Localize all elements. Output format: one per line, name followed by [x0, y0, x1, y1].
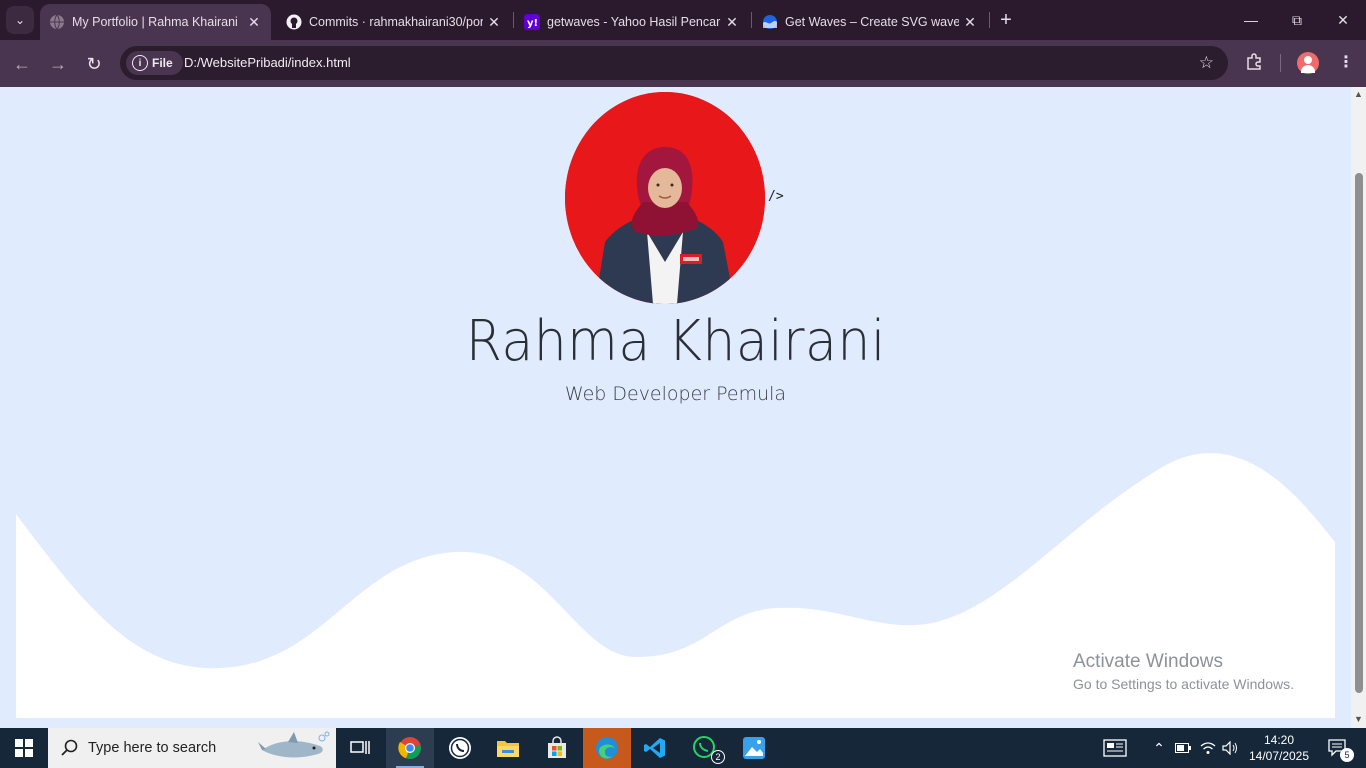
- close-icon[interactable]: ✕: [961, 13, 979, 31]
- tab-title: Get Waves – Create SVG waves: [785, 15, 959, 29]
- arrow-left-icon: ←: [13, 53, 31, 74]
- taskbar-vscode[interactable]: [631, 728, 679, 768]
- page-viewport: /> Rahma Khairani Web Developer Pemula A…: [0, 87, 1351, 728]
- edge-icon: [596, 737, 618, 759]
- taskbar-photos[interactable]: [730, 728, 778, 768]
- notification-badge: 2: [711, 750, 725, 764]
- watermark-title: Activate Windows: [1073, 651, 1223, 672]
- site-info-chip[interactable]: i File: [126, 51, 183, 75]
- new-tab-button[interactable]: +: [994, 8, 1018, 32]
- forward-button[interactable]: →: [44, 50, 72, 78]
- volume-icon[interactable]: [1220, 728, 1240, 768]
- svg-text:y!: y!: [527, 18, 538, 29]
- battery-icon[interactable]: [1174, 728, 1192, 768]
- profile-avatar[interactable]: [1297, 52, 1319, 74]
- profile-photo-illustration: [565, 92, 765, 304]
- address-bar[interactable]: i File D:/WebsitePribadi/index.html ☆: [120, 46, 1228, 80]
- tab-title: My Portfolio | Rahma Khairani: [72, 15, 238, 29]
- taskbar-search[interactable]: Type here to search: [48, 728, 336, 768]
- scroll-thumb[interactable]: [1355, 173, 1363, 693]
- close-window-button[interactable]: ✕: [1320, 0, 1366, 40]
- clock-time: 14:20: [1263, 733, 1295, 747]
- tab-get-waves[interactable]: Get Waves – Create SVG waves ✕: [753, 4, 987, 40]
- tab-commits[interactable]: Commits · rahmakhairani30/portfolio ✕: [277, 4, 511, 40]
- profile-photo: [565, 92, 765, 304]
- code-tag-text: />: [768, 189, 784, 204]
- wifi-icon[interactable]: [1198, 728, 1218, 768]
- restore-icon: ⧉: [1292, 11, 1302, 28]
- clock-date: 14/07/2025: [1248, 749, 1310, 763]
- reload-icon: ↻: [86, 53, 102, 74]
- page-subtitle: Web Developer Pemula: [564, 383, 787, 405]
- restore-button[interactable]: ⧉: [1274, 0, 1320, 40]
- task-view-button[interactable]: [336, 728, 384, 768]
- chevron-up-icon[interactable]: ⌃: [1150, 728, 1168, 768]
- tab-yahoo[interactable]: y! getwaves - Yahoo Hasil Pencarian ✕: [515, 4, 749, 40]
- back-button[interactable]: ←: [8, 50, 36, 78]
- scroll-up-arrow-icon[interactable]: ▲: [1354, 90, 1363, 99]
- notification-center-button[interactable]: 5: [1318, 728, 1358, 768]
- tab-my-portfolio[interactable]: My Portfolio | Rahma Khairani ✕: [40, 4, 271, 40]
- news-widget-icon[interactable]: [1100, 728, 1130, 768]
- system-clock[interactable]: 14:20 14/07/2025: [1248, 732, 1310, 764]
- whatsapp-icon: [449, 737, 471, 759]
- tab-separator: [989, 12, 990, 28]
- url-text[interactable]: D:/WebsitePribadi/index.html: [184, 55, 351, 70]
- windows-logo-icon: [15, 739, 33, 757]
- close-icon: ✕: [1337, 11, 1349, 28]
- taskbar-whatsapp[interactable]: [436, 728, 484, 768]
- plus-icon: +: [1000, 8, 1012, 31]
- yahoo-icon: y!: [523, 13, 541, 31]
- notification-count: 5: [1340, 748, 1354, 762]
- start-button[interactable]: [0, 728, 48, 768]
- taskbar-whatsapp-business[interactable]: 2: [681, 728, 729, 768]
- microsoft-store-icon: [548, 736, 566, 758]
- taskbar-edge[interactable]: [583, 728, 631, 768]
- minimize-icon: —: [1244, 12, 1258, 28]
- site-info-label: File: [152, 56, 173, 70]
- tab-title: Commits · rahmakhairani30/portfolio: [309, 15, 483, 29]
- name-text: Rahma Khairani: [465, 309, 886, 374]
- watermark-subtitle: Go to Settings to activate Windows.: [1073, 676, 1294, 692]
- tab-strip: ⌄ My Portfolio | Rahma Khairani ✕ Commit…: [0, 0, 1366, 40]
- info-icon: i: [132, 55, 148, 71]
- close-icon[interactable]: ✕: [485, 13, 503, 31]
- search-highlight-shark-icon: [258, 731, 330, 758]
- taskbar-chrome[interactable]: [386, 728, 434, 768]
- close-icon[interactable]: ✕: [245, 13, 263, 31]
- getwaves-icon: [761, 13, 779, 31]
- task-view-icon: [350, 741, 370, 754]
- toolbar-divider: [1280, 54, 1281, 72]
- globe-icon: [48, 13, 66, 31]
- taskbar-microsoft-store[interactable]: [533, 728, 581, 768]
- arrow-right-icon: →: [49, 53, 67, 74]
- activate-windows-watermark: Activate Windows Go to Settings to activ…: [1073, 651, 1294, 692]
- tab-separator: [513, 12, 514, 28]
- taskbar-file-explorer[interactable]: [484, 728, 532, 768]
- chevron-down-icon: ⌄: [14, 13, 26, 27]
- github-icon: [285, 13, 303, 31]
- photos-icon: [743, 737, 765, 759]
- close-icon[interactable]: ✕: [723, 13, 741, 31]
- bookmark-star-icon[interactable]: ☆: [1199, 53, 1214, 73]
- page-scrollbar[interactable]: ▲ ▼: [1351, 87, 1366, 728]
- scroll-down-arrow-icon[interactable]: ▼: [1354, 715, 1363, 724]
- extensions-icon[interactable]: [1245, 52, 1263, 75]
- tab-title: getwaves - Yahoo Hasil Pencarian: [547, 15, 721, 29]
- browser-toolbar: ← → ↻ i File D:/WebsitePribadi/index.htm…: [0, 40, 1366, 87]
- chrome-icon: [398, 737, 421, 760]
- vscode-icon: [644, 738, 665, 758]
- tab-search-button[interactable]: ⌄: [6, 6, 34, 34]
- file-explorer-icon: [497, 741, 519, 757]
- page-title: Rahma Khairani: [0, 309, 1351, 374]
- minimize-button[interactable]: —: [1228, 0, 1274, 40]
- search-icon: [61, 739, 78, 756]
- kebab-menu-icon[interactable]: ⋮: [1338, 52, 1354, 72]
- reload-button[interactable]: ↻: [80, 50, 108, 78]
- tab-separator: [751, 12, 752, 28]
- search-placeholder: Type here to search: [88, 740, 217, 756]
- windows-taskbar: Type here to search 2 ⌃ 14:20 14/07/2025…: [0, 728, 1366, 768]
